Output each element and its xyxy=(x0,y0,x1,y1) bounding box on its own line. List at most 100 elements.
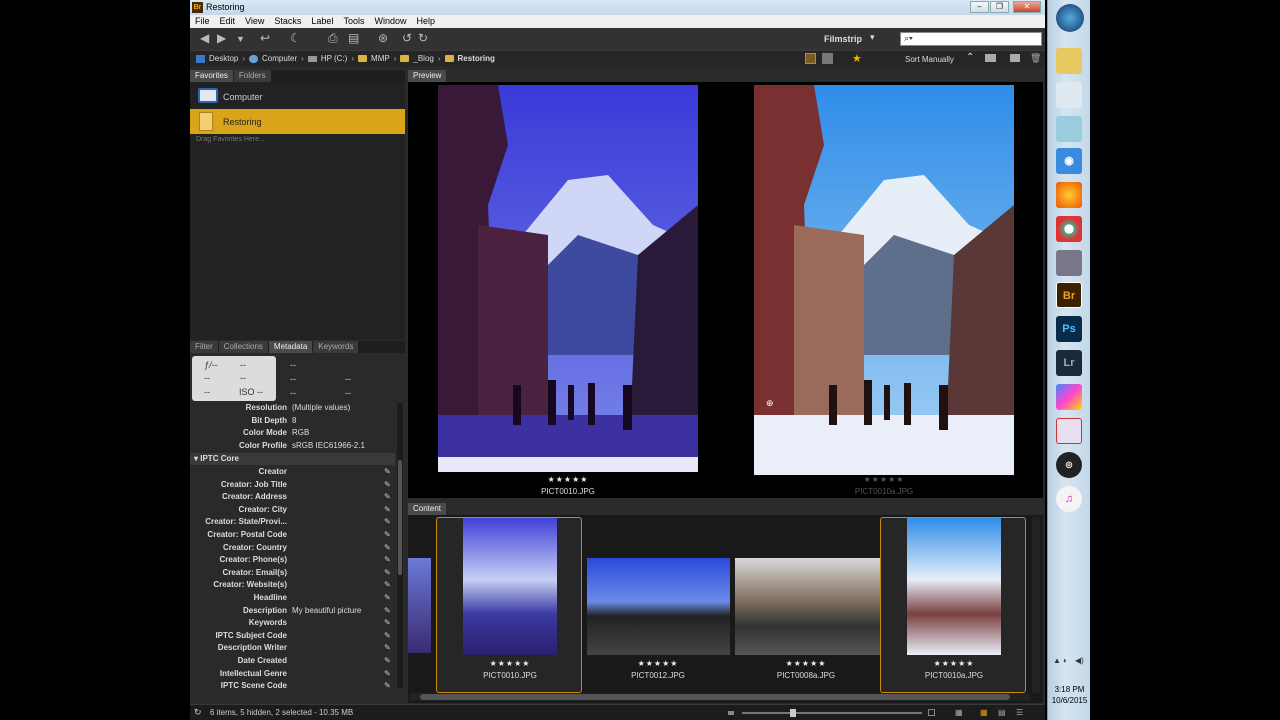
iptc-row[interactable]: Description My beautiful picture ✎ xyxy=(190,606,395,619)
content-scrollbar[interactable] xyxy=(410,693,1030,701)
calculator-icon[interactable] xyxy=(1056,82,1082,108)
zoom-in-icon[interactable] xyxy=(928,709,935,716)
tab-collections[interactable]: Collections xyxy=(218,341,268,353)
network-icon[interactable]: ◐ xyxy=(1063,656,1068,665)
clock[interactable]: 3:18 PM 10/6/2015 xyxy=(1048,684,1091,706)
edit-pencil-icon[interactable]: ✎ xyxy=(384,631,391,640)
thumbnail-size-slider[interactable] xyxy=(742,709,922,717)
preview-image-restored[interactable] xyxy=(754,85,1014,475)
iptc-row[interactable]: Intellectual Genre ✎ xyxy=(190,669,395,682)
iptc-row[interactable]: Description Writer ✎ xyxy=(190,643,395,656)
delete-icon[interactable]: 🗑 xyxy=(1030,53,1041,64)
edit-pencil-icon[interactable]: ✎ xyxy=(384,480,391,489)
iptc-value[interactable]: My beautiful picture xyxy=(292,606,361,615)
sort-dropdown[interactable]: Sort Manually xyxy=(905,55,954,64)
edit-pencil-icon[interactable]: ✎ xyxy=(384,593,391,602)
rating-stars[interactable]: ★★★★★ xyxy=(754,475,1014,484)
thumbnail-cell[interactable]: ★★★★★ PICT0010.JPG xyxy=(436,517,582,693)
edit-pencil-icon[interactable]: ✎ xyxy=(384,681,391,690)
tab-favorites[interactable]: Favorites xyxy=(190,70,233,82)
favorite-computer[interactable]: Computer xyxy=(190,84,405,109)
firefox-icon[interactable] xyxy=(1056,182,1082,208)
edit-pencil-icon[interactable]: ✎ xyxy=(384,643,391,652)
tab-content[interactable]: Content xyxy=(408,503,447,515)
minimize-button[interactable]: – xyxy=(970,1,989,13)
rating-stars[interactable]: ★★★★★ xyxy=(733,659,879,668)
rating-stars[interactable]: ★★★★★ xyxy=(438,475,698,484)
crumb-mmp[interactable]: MMP xyxy=(371,54,390,63)
screen-recorder-icon[interactable]: ◎ xyxy=(1056,452,1082,478)
menu-label[interactable]: Label xyxy=(306,15,338,28)
rotate-left-icon[interactable]: ↺ xyxy=(402,31,412,45)
iptc-row[interactable]: Creator: State/Provi... ✎ xyxy=(190,517,395,530)
edit-pencil-icon[interactable]: ✎ xyxy=(384,669,391,678)
iptc-row[interactable]: Date Created ✎ xyxy=(190,656,395,669)
rating-stars[interactable]: ★★★★★ xyxy=(585,659,731,668)
rating-stars[interactable]: ★★★★★ xyxy=(881,659,1027,668)
iptc-row[interactable]: Creator: Job Title ✎ xyxy=(190,480,395,493)
edit-pencil-icon[interactable]: ✎ xyxy=(384,492,391,501)
boomerang-icon[interactable]: ↩ xyxy=(260,31,270,45)
edit-pencil-icon[interactable]: ✎ xyxy=(384,555,391,564)
menu-stacks[interactable]: Stacks xyxy=(269,15,306,28)
photo-viewer-icon[interactable] xyxy=(1056,384,1082,410)
menu-file[interactable]: File xyxy=(190,15,215,28)
edit-pencil-icon[interactable]: ✎ xyxy=(384,505,391,514)
chrome-icon[interactable] xyxy=(1056,216,1082,242)
thumbnail-image[interactable] xyxy=(463,518,557,655)
photoshop-icon[interactable]: Ps xyxy=(1056,316,1082,342)
crumb-computer[interactable]: Computer xyxy=(262,54,297,63)
itunes-icon[interactable]: ♫ xyxy=(1056,486,1082,512)
content-vscrollbar[interactable] xyxy=(1032,517,1040,693)
edit-pencil-icon[interactable]: ✎ xyxy=(384,530,391,539)
forward-icon[interactable]: ▶ xyxy=(217,31,226,45)
open-in-camera-raw-icon[interactable]: ⊛ xyxy=(378,31,388,45)
metadata-scrollbar[interactable] xyxy=(397,403,403,688)
iptc-row[interactable]: Headline ✎ xyxy=(190,593,395,606)
menu-edit[interactable]: Edit xyxy=(215,15,241,28)
edit-pencil-icon[interactable]: ✎ xyxy=(384,580,391,589)
iptc-row[interactable]: Creator: Website(s) ✎ xyxy=(190,580,395,593)
new-folder-icon[interactable] xyxy=(1010,54,1020,62)
edit-pencil-icon[interactable]: ✎ xyxy=(384,467,391,476)
rating-filter-icon[interactable]: ★ xyxy=(852,52,862,65)
lightroom-icon[interactable]: Lr xyxy=(1056,350,1082,376)
iptc-row[interactable]: Creator: Phone(s) ✎ xyxy=(190,555,395,568)
start-button[interactable] xyxy=(1056,4,1084,32)
crumb-desktop[interactable]: Desktop xyxy=(209,54,238,63)
iptc-row[interactable]: Creator: Postal Code ✎ xyxy=(190,530,395,543)
tab-folders[interactable]: Folders xyxy=(233,70,271,82)
rating-stars[interactable]: ★★★★★ xyxy=(437,659,583,668)
thumbnail-cell[interactable]: ★★★★★ PICT0010a.JPG xyxy=(880,517,1026,693)
menu-view[interactable]: View xyxy=(240,15,269,28)
iptc-row[interactable]: IPTC Scene Code ✎ xyxy=(190,681,395,694)
remote-desktop-icon[interactable] xyxy=(1056,250,1082,276)
tab-keywords[interactable]: Keywords xyxy=(313,341,359,353)
iptc-row[interactable]: Creator: Address ✎ xyxy=(190,492,395,505)
tray-arrow-icon[interactable]: ▲ xyxy=(1053,656,1061,665)
menu-tools[interactable]: Tools xyxy=(338,15,369,28)
workspace-filmstrip[interactable]: Filmstrip xyxy=(824,34,862,44)
snipping-tool-icon[interactable] xyxy=(1056,418,1082,444)
iptc-row[interactable]: Creator: Email(s) ✎ xyxy=(190,568,395,581)
recent-dropdown-icon[interactable]: ▼ xyxy=(236,34,245,44)
explorer-icon[interactable] xyxy=(1056,48,1082,74)
iptc-row[interactable]: Creator: Country ✎ xyxy=(190,543,395,556)
close-button[interactable]: ✕ xyxy=(1013,1,1041,13)
iptc-core-header[interactable]: ▾ IPTC Core xyxy=(190,453,395,465)
menu-window[interactable]: Window xyxy=(369,15,411,28)
zoom-out-icon[interactable] xyxy=(728,711,734,715)
maximize-button[interactable]: ❐ xyxy=(990,1,1009,13)
back-icon[interactable]: ◀ xyxy=(200,31,209,45)
edit-pencil-icon[interactable]: ✎ xyxy=(384,517,391,526)
iptc-row[interactable]: IPTC Subject Code ✎ xyxy=(190,631,395,644)
iptc-row[interactable]: Creator: City ✎ xyxy=(190,505,395,518)
workspace-dropdown-icon[interactable]: ▾ xyxy=(870,32,875,43)
favorite-restoring[interactable]: Restoring xyxy=(190,109,405,134)
edit-pencil-icon[interactable]: ✎ xyxy=(384,606,391,615)
tab-preview[interactable]: Preview xyxy=(408,70,447,82)
thumbnail-partial[interactable] xyxy=(408,558,431,653)
edit-pencil-icon[interactable]: ✎ xyxy=(384,543,391,552)
slider-handle[interactable] xyxy=(790,709,796,717)
volume-icon[interactable]: ◀) xyxy=(1075,656,1084,665)
